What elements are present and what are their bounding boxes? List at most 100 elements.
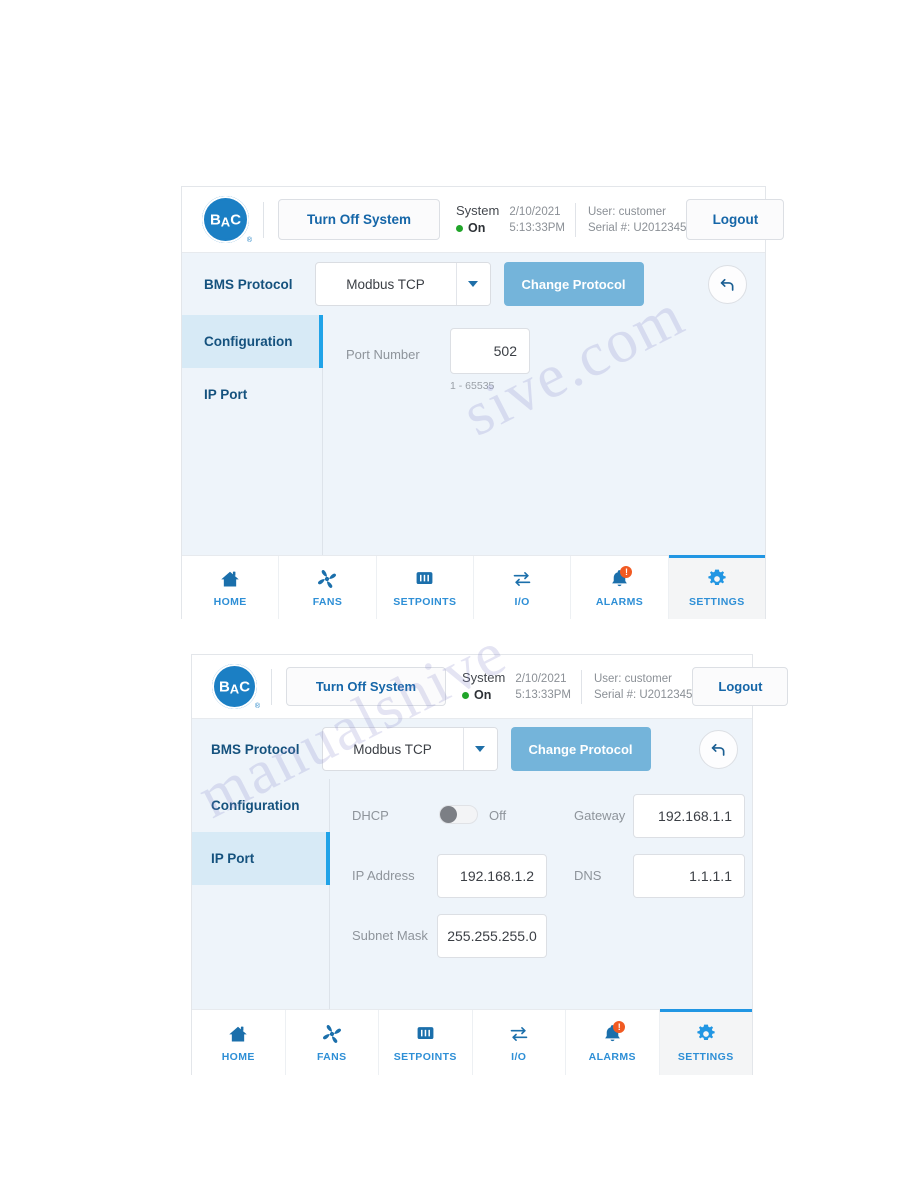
header-divider-2 [580, 669, 582, 704]
sliders-icon [413, 1023, 437, 1045]
nav-label-alarms: ALARMS [595, 595, 644, 608]
nav-item-alarms[interactable]: ! ALARMS [566, 1010, 660, 1075]
turn-off-system-button[interactable]: Turn Off System [286, 667, 446, 706]
sidebar-item-label: IP Port [204, 387, 248, 402]
logo-letter-a: A [229, 681, 240, 696]
system-status-label: System [462, 670, 506, 685]
serial-number: Serial #: U2012345 [593, 688, 693, 701]
logo-letter-b: B [218, 678, 230, 695]
system-status: System On [462, 670, 505, 703]
system-status: System On [456, 203, 499, 236]
sidebar-item-configuration[interactable]: Configuration [192, 779, 329, 832]
nav-item-setpoints[interactable]: SETPOINTS [376, 556, 474, 619]
gateway-input[interactable]: 192.168.1.1 [633, 794, 745, 838]
dns-input[interactable]: 1.1.1.1 [633, 854, 745, 898]
nav-label-fans: FANS [316, 1050, 347, 1063]
subnet-mask-input[interactable]: 255.255.255.0 [437, 914, 547, 958]
registered-mark: ® [254, 703, 260, 710]
bottom-navigation: HOME FANS SETPOINTS I/O ! ALARMS SETTING… [192, 1009, 752, 1075]
chevron-down-icon[interactable] [455, 263, 490, 305]
bms-protocol-select[interactable]: Modbus TCP [314, 262, 491, 306]
header-divider [263, 201, 264, 238]
bms-protocol-selected-value: Modbus TCP [353, 741, 432, 757]
bottom-navigation: HOME FANS SETPOINTS I/O ! ALARMS SETTING… [182, 555, 766, 619]
nav-item-home[interactable]: HOME [192, 1010, 286, 1075]
alarm-badge: ! [620, 565, 633, 578]
nav-item-fans[interactable]: FANS [285, 1010, 379, 1075]
logo-letter-a: A [220, 214, 231, 229]
dhcp-label: DHCP [352, 808, 389, 823]
datetime-block: 2/10/2021 5:13:33PM [509, 204, 565, 236]
nav-label-setpoints: SETPOINTS [393, 595, 457, 608]
logout-button[interactable]: Logout [686, 199, 785, 240]
logout-button[interactable]: Logout [692, 667, 789, 706]
header-divider-2 [574, 202, 576, 237]
logo-letter-b: B [209, 211, 221, 228]
change-protocol-button[interactable]: Change Protocol [510, 727, 651, 771]
sidebar-item-configuration[interactable]: Configuration [182, 315, 323, 368]
dhcp-toggle-knob [440, 806, 457, 823]
change-protocol-button[interactable]: Change Protocol [503, 262, 644, 306]
nav-item-io[interactable]: I/O [472, 1010, 566, 1075]
registered-mark: ® [246, 237, 252, 244]
chevron-down-icon[interactable] [462, 728, 497, 770]
sidebar-item-label: Configuration [211, 798, 300, 813]
bms-protocol-select[interactable]: Modbus TCP [321, 727, 498, 771]
user-info-block: User: customer Serial #: U2012345 [588, 204, 686, 236]
ip-address-input[interactable]: 192.168.1.2 [437, 854, 547, 898]
user-info-block: User: customer Serial #: U2012345 [594, 671, 692, 703]
nav-item-settings[interactable]: SETTINGS [668, 555, 766, 619]
sidebar-item-label: IP Port [211, 851, 255, 866]
logo-letter-c: C [239, 678, 251, 695]
panel-body: Configuration IP Port DHCP Off Gateway 1… [192, 779, 752, 1009]
bell-icon: ! [607, 565, 633, 590]
port-number-input[interactable]: 502 [450, 328, 530, 374]
status-dot-icon [456, 225, 463, 232]
undo-arrow-icon[interactable] [699, 729, 738, 769]
sidebar-item-ip-port[interactable]: IP Port [182, 368, 322, 421]
port-number-hint: 1 - 65535 [450, 380, 495, 392]
nav-item-home[interactable]: HOME [182, 556, 280, 619]
system-status-value: On [456, 221, 499, 236]
current-date: 2/10/2021 [515, 672, 567, 685]
alarm-badge: ! [613, 1020, 626, 1033]
status-dot-icon [462, 692, 469, 699]
io-arrows-icon [507, 1023, 531, 1045]
configuration-content: Port Number 502 1 - 65535 [323, 315, 765, 555]
sidebar-item-ip-port[interactable]: IP Port [192, 832, 330, 885]
nav-item-io[interactable]: I/O [473, 556, 572, 619]
bms-protocol-label: BMS Protocol [211, 741, 300, 757]
system-status-value: On [462, 688, 505, 703]
bms-protocol-row: BMS Protocol Modbus TCP Change Protocol [192, 719, 752, 779]
screenshot-panel-configuration: BAC ® Turn Off System System On 2/10/202… [181, 186, 785, 619]
panel-body: Configuration IP Port Port Number 502 1 … [182, 315, 765, 555]
user-name: User: customer [587, 205, 666, 218]
turn-off-system-button[interactable]: Turn Off System [278, 199, 440, 240]
app-header: BAC ® Turn Off System System On 2/10/202… [182, 187, 785, 253]
gateway-label: Gateway [574, 808, 626, 823]
nav-label-settings: SETTINGS [677, 1050, 734, 1063]
nav-label-fans: FANS [312, 595, 343, 608]
serial-number: Serial #: U2012345 [587, 221, 687, 234]
undo-arrow-icon[interactable] [708, 264, 747, 304]
sidebar-item-label: Configuration [204, 334, 293, 349]
nav-item-fans[interactable]: FANS [279, 556, 377, 619]
gear-icon [694, 1023, 718, 1045]
nav-label-alarms: ALARMS [588, 1050, 636, 1063]
dhcp-toggle[interactable] [439, 805, 478, 824]
screenshot-panel-ip-port: BAC ® Turn Off System System On 2/10/202… [191, 654, 789, 1075]
nav-item-setpoints[interactable]: SETPOINTS [379, 1010, 473, 1075]
nav-item-alarms[interactable]: ! ALARMS [571, 556, 669, 619]
ip-address-label: IP Address [352, 868, 415, 883]
current-time: 5:13:33PM [515, 688, 571, 701]
fan-icon [320, 1023, 344, 1045]
nav-item-settings[interactable]: SETTINGS [659, 1009, 752, 1075]
bms-protocol-label: BMS Protocol [204, 276, 293, 292]
dns-label: DNS [574, 868, 602, 883]
bms-protocol-row: BMS Protocol Modbus TCP Change Protocol [182, 253, 765, 315]
datetime-block: 2/10/2021 5:13:33PM [515, 671, 571, 703]
io-arrows-icon [510, 568, 534, 590]
nav-label-home: HOME [221, 1050, 255, 1063]
bell-icon: ! [600, 1020, 626, 1045]
ip-port-content: DHCP Off Gateway 192.168.1.1 IP Address … [330, 779, 752, 1009]
